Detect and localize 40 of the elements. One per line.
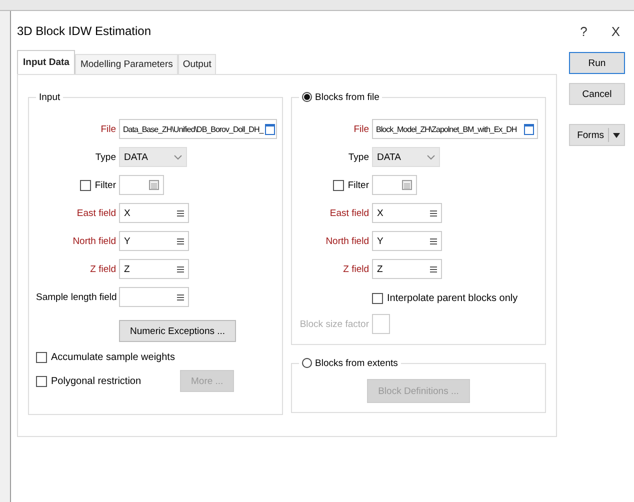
checkbox-label: Filter <box>94 180 116 190</box>
field-dropdown[interactable]: Y <box>372 231 442 251</box>
checkbox-label: Accumulate sample weights <box>51 352 176 363</box>
field-label: Type <box>347 152 369 162</box>
type-dropdown[interactable]: DATA <box>119 147 187 167</box>
field-label: Z field <box>89 264 116 274</box>
field-label: File <box>100 124 116 134</box>
field-dropdown[interactable]: X <box>372 203 442 223</box>
field-label: North field <box>324 236 369 246</box>
field-label: East field <box>328 208 369 218</box>
field-label: File <box>352 124 369 134</box>
field-label: Block size factor <box>299 318 369 330</box>
field-label: East field <box>76 208 116 218</box>
checkbox-label: Polygonal restriction <box>51 376 142 386</box>
file-field[interactable]: Block_Model_ZH\Zapolnet_BM_with_Ex_DH <box>372 119 538 139</box>
radio-label: Blocks from file <box>315 92 380 102</box>
run-button[interactable]: Run <box>569 52 625 74</box>
checkbox-label: Interpolate parent blocks only <box>387 293 518 304</box>
field-label: Sample length field <box>36 292 116 302</box>
tab[interactable]: Modelling Parameters <box>75 54 178 74</box>
field-dropdown[interactable]: Y <box>119 231 189 251</box>
radio-label: Blocks from extents <box>315 358 398 368</box>
cancel-button[interactable]: Cancel <box>569 83 625 105</box>
checkbox-label: Filter <box>348 180 369 190</box>
window-title: 3D Block IDW Estimation <box>17 24 152 38</box>
group-title: Input <box>39 92 60 102</box>
field-dropdown[interactable]: Z <box>372 259 442 279</box>
field-dropdown[interactable]: Z <box>119 259 189 279</box>
close-button[interactable]: X <box>599 24 634 38</box>
type-dropdown[interactable]: DATA <box>372 147 440 167</box>
help-button[interactable]: ? <box>568 24 600 38</box>
field-dropdown[interactable]: X <box>119 203 189 223</box>
forms-button[interactable]: Forms <box>569 124 625 146</box>
file-field[interactable]: Data_Base_ZH\Unified\DB_Borov_Doll_DH_ <box>119 119 277 139</box>
field-label: Type <box>94 152 116 162</box>
field-label: Z field <box>342 264 369 274</box>
tab[interactable]: Input Data <box>17 50 76 74</box>
numeric-exceptions-button[interactable]: Numeric Exceptions ... <box>119 320 236 342</box>
tab[interactable]: Output <box>178 54 216 74</box>
field-label: North field <box>72 236 116 246</box>
